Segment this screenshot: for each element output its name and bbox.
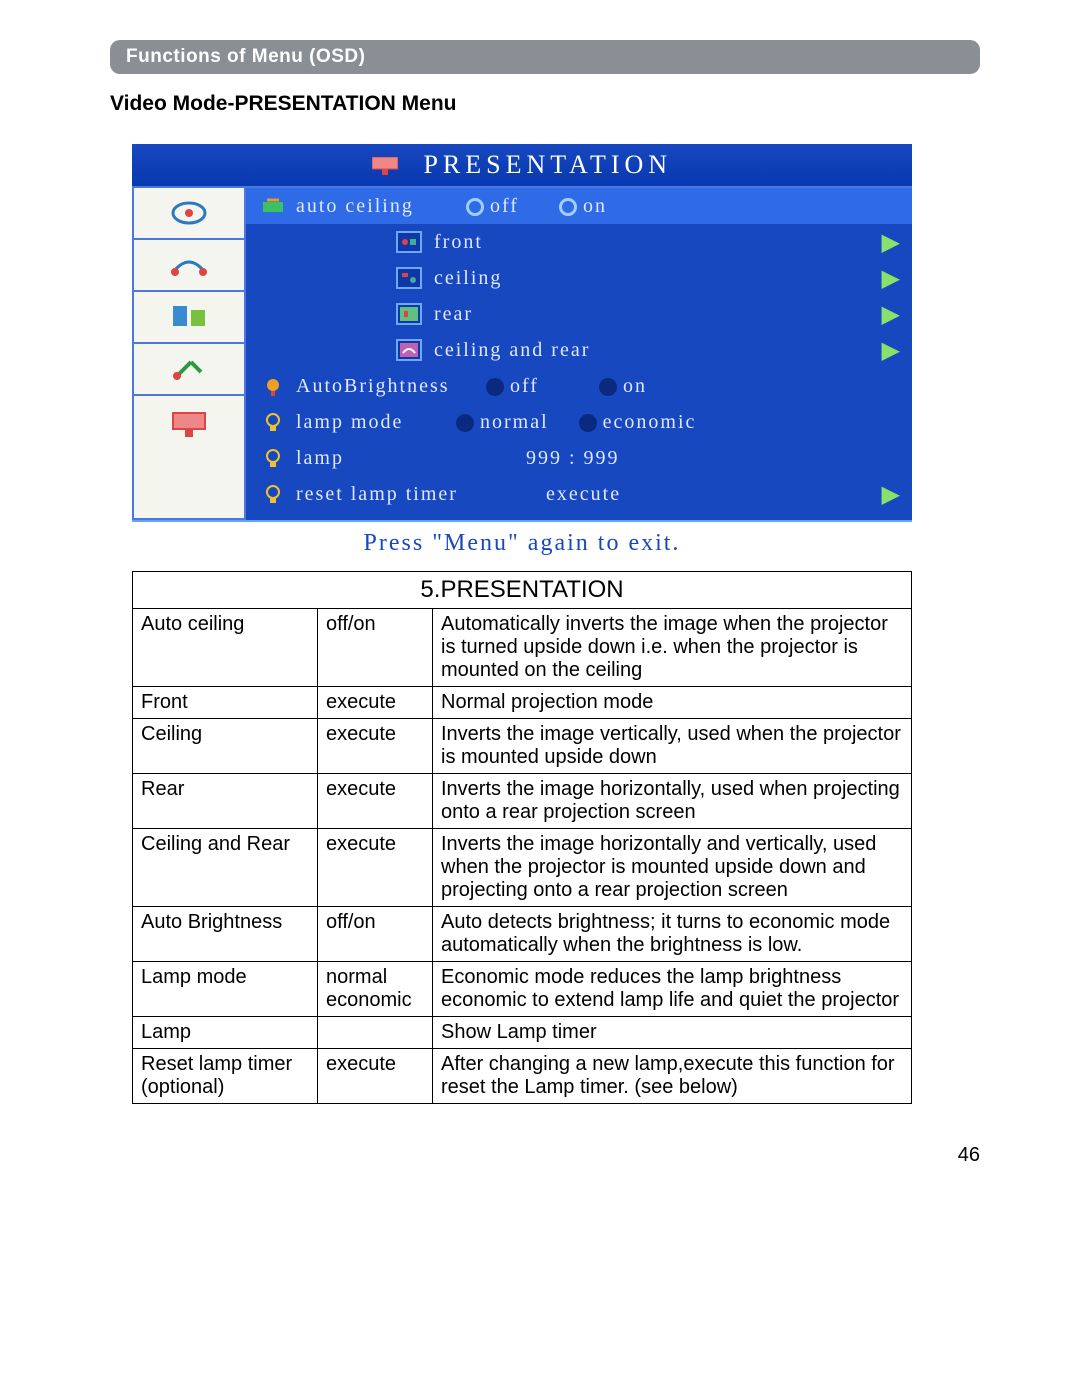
table-row: RearexecuteInverts the image horizontall… <box>133 774 912 829</box>
row-value: execute <box>318 1049 433 1104</box>
row-desc: Inverts the image vertically, used when … <box>433 719 912 774</box>
ceiling-rear-icon <box>396 339 422 361</box>
table-row: FrontexecuteNormal projection mode <box>133 687 912 719</box>
ceiling-label: ceiling <box>434 267 502 290</box>
row-desc: Show Lamp timer <box>433 1017 912 1049</box>
rear-icon <box>396 303 422 325</box>
ceiling-rear-label: ceiling and rear <box>434 339 590 362</box>
row-name: Front <box>133 687 318 719</box>
row-desc: Automatically inverts the image when the… <box>433 609 912 687</box>
row-name: Ceiling and Rear <box>133 829 318 907</box>
osd-panel: PRESENTATION <box>132 144 912 563</box>
osd-main: auto ceiling off on front ▶ ceilin <box>246 188 912 520</box>
lamp-mode-normal[interactable]: normal <box>456 411 549 434</box>
row-name: Lamp mode <box>133 962 318 1017</box>
auto-ceiling-label: auto ceiling <box>296 195 466 218</box>
row-name: Reset lamp timer (optional) <box>133 1049 318 1104</box>
sidebar-tab-audio[interactable] <box>134 240 244 292</box>
auto-brightness-on[interactable]: on <box>599 375 647 398</box>
row-value: off/on <box>318 907 433 962</box>
sidebar-tab-advanced[interactable] <box>134 344 244 396</box>
arrow-icon: ▶ <box>882 300 902 329</box>
row-name: Lamp <box>133 1017 318 1049</box>
osd-sidebar <box>132 188 246 520</box>
row-name: Rear <box>133 774 318 829</box>
menu-item-ceiling-rear[interactable]: ceiling and rear ▶ <box>246 332 912 368</box>
reset-lamp-icon <box>260 483 286 505</box>
row-value: normal economic <box>318 962 433 1017</box>
auto-ceiling-on[interactable]: on <box>559 195 607 218</box>
front-icon <box>396 231 422 253</box>
auto-brightness-off[interactable]: off <box>486 375 539 398</box>
section-title: Functions of Menu (OSD) <box>126 46 365 67</box>
menu-item-lamp-mode[interactable]: lamp mode normal economic <box>246 404 912 440</box>
lamp-mode-icon <box>260 411 286 433</box>
menu-item-auto-brightness[interactable]: AutoBrightness off on <box>246 368 912 404</box>
row-name: Auto ceiling <box>133 609 318 687</box>
row-desc: Inverts the image horizontally and verti… <box>433 829 912 907</box>
row-desc: Inverts the image horizontally, used whe… <box>433 774 912 829</box>
arrow-icon: ▶ <box>882 336 902 365</box>
page-number: 46 <box>110 1144 980 1167</box>
table-title: 5.PRESENTATION <box>133 572 912 609</box>
auto-ceiling-off[interactable]: off <box>466 195 519 218</box>
osd-header: PRESENTATION <box>132 144 912 188</box>
row-desc: Normal projection mode <box>433 687 912 719</box>
lamp-icon <box>260 447 286 469</box>
presentation-header-icon <box>372 152 398 170</box>
auto-brightness-icon <box>260 375 286 397</box>
arrow-icon: ▶ <box>882 264 902 293</box>
table-row: Lamp modenormal economicEconomic mode re… <box>133 962 912 1017</box>
row-value: execute <box>318 774 433 829</box>
menu-item-front[interactable]: front ▶ <box>246 224 912 260</box>
arrow-icon: ▶ <box>882 480 902 509</box>
sidebar-tab-presentation[interactable] <box>134 396 244 452</box>
row-value <box>318 1017 433 1049</box>
row-value: execute <box>318 687 433 719</box>
table-row: Auto ceilingoff/onAutomatically inverts … <box>133 609 912 687</box>
menu-item-ceiling[interactable]: ceiling ▶ <box>246 260 912 296</box>
row-desc: Auto detects brightness; it turns to eco… <box>433 907 912 962</box>
row-name: Auto Brightness <box>133 907 318 962</box>
menu-item-rear[interactable]: rear ▶ <box>246 296 912 332</box>
row-name: Ceiling <box>133 719 318 774</box>
menu-item-reset-lamp[interactable]: reset lamp timer execute ▶ <box>246 476 912 512</box>
menu-item-lamp: lamp 999 : 999 <box>246 440 912 476</box>
ceiling-icon <box>396 267 422 289</box>
front-label: front <box>434 231 483 254</box>
rear-label: rear <box>434 303 473 326</box>
lamp-label: lamp <box>296 447 526 470</box>
row-desc: After changing a new lamp,execute this f… <box>433 1049 912 1104</box>
section-header: Functions of Menu (OSD) <box>110 40 980 74</box>
osd-header-title: PRESENTATION <box>423 150 672 179</box>
reset-lamp-action: execute <box>546 483 621 506</box>
auto-ceiling-icon <box>260 195 286 217</box>
row-desc: Economic mode reduces the lamp brightnes… <box>433 962 912 1017</box>
table-row: CeilingexecuteInverts the image vertical… <box>133 719 912 774</box>
arrow-icon: ▶ <box>882 228 902 257</box>
row-value: execute <box>318 829 433 907</box>
lamp-value: 999 : 999 <box>526 447 620 470</box>
lamp-mode-label: lamp mode <box>296 411 456 434</box>
sidebar-tab-setting[interactable] <box>134 292 244 344</box>
reset-lamp-label: reset lamp timer <box>296 483 546 506</box>
sidebar-tab-picture[interactable] <box>134 188 244 240</box>
row-value: execute <box>318 719 433 774</box>
menu-item-auto-ceiling[interactable]: auto ceiling off on <box>246 188 912 224</box>
presentation-table: 5.PRESENTATION Auto ceilingoff/onAutomat… <box>132 571 912 1104</box>
page-subheading: Video Mode-PRESENTATION Menu <box>110 92 980 116</box>
table-row: Reset lamp timer (optional)executeAfter … <box>133 1049 912 1104</box>
table-row: Lamp Show Lamp timer <box>133 1017 912 1049</box>
row-value: off/on <box>318 609 433 687</box>
auto-brightness-label: AutoBrightness <box>296 375 486 398</box>
lamp-mode-economic[interactable]: economic <box>579 411 697 434</box>
table-row: Ceiling and RearexecuteInverts the image… <box>133 829 912 907</box>
table-row: Auto Brightnessoff/onAuto detects bright… <box>133 907 912 962</box>
osd-footer: Press "Menu" again to exit. <box>132 522 912 563</box>
